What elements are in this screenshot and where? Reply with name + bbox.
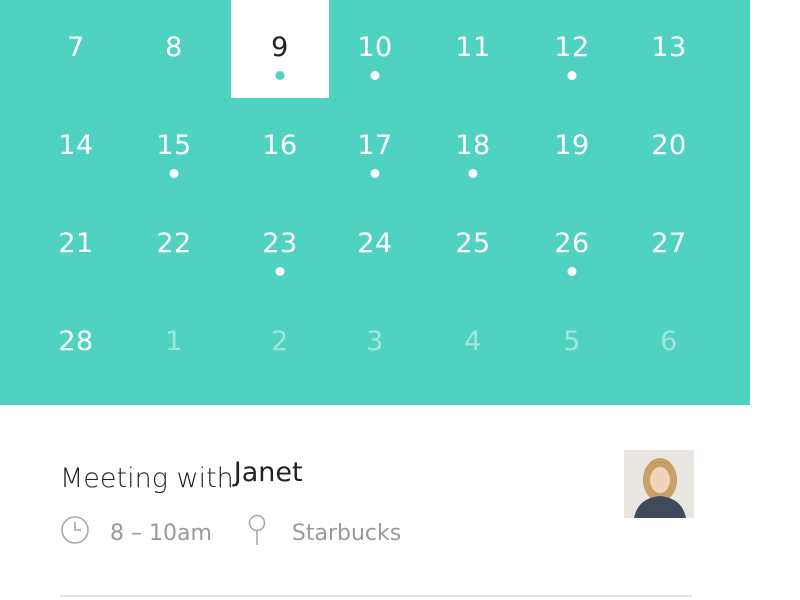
calendar-day[interactable]: 12 [523, 0, 621, 98]
event-meta: 8 – 10am Starbucks [60, 513, 401, 553]
event-location: Starbucks [291, 520, 402, 546]
calendar-day[interactable]: 23 [231, 196, 329, 294]
calendar-day-number: 24 [357, 228, 393, 259]
calendar-day-number: 15 [156, 130, 192, 161]
calendar-day[interactable]: 18 [424, 98, 522, 196]
event-indicator-dot [370, 169, 380, 178]
calendar-day-number: 28 [58, 326, 94, 357]
calendar-day[interactable]: 28 [27, 294, 125, 392]
event-indicator-dot [468, 169, 478, 178]
event-time: 8 – 10am [110, 520, 212, 546]
calendar-day-number: 18 [455, 130, 491, 161]
clock-icon [60, 515, 90, 551]
event-indicator-dot [370, 71, 380, 80]
calendar-day[interactable]: 8 [125, 0, 223, 98]
calendar-day-number: 27 [651, 228, 687, 259]
event-card[interactable]: Meeting withJanet 8 – 10am Starbucks [0, 405, 800, 600]
event-indicator-dot [275, 267, 285, 276]
calendar-day[interactable]: 14 [27, 98, 125, 196]
calendar-day-number: 12 [554, 32, 590, 63]
calendar-day[interactable]: 1 [125, 294, 223, 392]
calendar-day[interactable]: 7 [27, 0, 125, 98]
calendar-day[interactable]: 25 [424, 196, 522, 294]
avatar[interactable] [624, 450, 694, 518]
calendar-day-number: 4 [464, 326, 482, 357]
calendar-day[interactable]: 24 [326, 196, 424, 294]
calendar-day-number: 21 [58, 228, 94, 259]
calendar-day-number: 9 [271, 32, 289, 63]
event-indicator-dot [567, 267, 577, 276]
calendar-day-number: 20 [651, 130, 687, 161]
calendar-day[interactable]: 2 [231, 294, 329, 392]
calendar-day-number: 23 [262, 228, 298, 259]
calendar-day[interactable]: 26 [523, 196, 621, 294]
calendar-day-selected[interactable]: 9 [231, 0, 329, 98]
calendar-day[interactable]: 17 [326, 98, 424, 196]
divider [60, 595, 692, 597]
event-title-prefix: Meeting with [60, 463, 234, 494]
event-contact-name: Janet [233, 457, 303, 488]
calendar-day-number: 26 [554, 228, 590, 259]
calendar-day[interactable]: 27 [620, 196, 718, 294]
calendar-day[interactable]: 15 [125, 98, 223, 196]
calendar-day-number: 13 [651, 32, 687, 63]
calendar-day-number: 16 [262, 130, 298, 161]
calendar-day[interactable]: 5 [523, 294, 621, 392]
calendar-day-number: 5 [563, 326, 581, 357]
event-indicator-dot [169, 169, 179, 178]
calendar-grid: 7 8 9 10 11 12 13 14 15 16 17 18 19 20 21 22 23 24 25 26 27 2… [0, 0, 750, 405]
pin-icon [246, 513, 268, 553]
calendar-day-number: 19 [554, 130, 590, 161]
calendar-day[interactable]: 13 [620, 0, 718, 98]
calendar-day[interactable]: 6 [620, 294, 718, 392]
calendar-day[interactable]: 21 [27, 196, 125, 294]
calendar-day[interactable]: 3 [326, 294, 424, 392]
calendar-day[interactable]: 20 [620, 98, 718, 196]
calendar-day[interactable]: 19 [523, 98, 621, 196]
calendar-day[interactable]: 11 [424, 0, 522, 98]
calendar-day-number: 17 [357, 130, 393, 161]
calendar-day-number: 6 [660, 326, 678, 357]
calendar-day-number: 14 [58, 130, 94, 161]
event-indicator-dot [275, 71, 285, 80]
calendar-day-number: 3 [366, 326, 384, 357]
calendar-day[interactable]: 22 [125, 196, 223, 294]
calendar-day-number: 10 [357, 32, 393, 63]
calendar-day-number: 7 [67, 32, 85, 63]
calendar-day-number: 2 [271, 326, 289, 357]
calendar-day-number: 11 [455, 32, 491, 63]
event-indicator-dot [567, 71, 577, 80]
event-title: Meeting withJanet [60, 457, 303, 494]
calendar-day-number: 8 [165, 32, 183, 63]
calendar-day-number: 1 [165, 326, 183, 357]
calendar-day[interactable]: 10 [326, 0, 424, 98]
calendar-day[interactable]: 4 [424, 294, 522, 392]
calendar-day[interactable]: 16 [231, 98, 329, 196]
calendar-day-number: 22 [156, 228, 192, 259]
calendar-day-number: 25 [455, 228, 491, 259]
